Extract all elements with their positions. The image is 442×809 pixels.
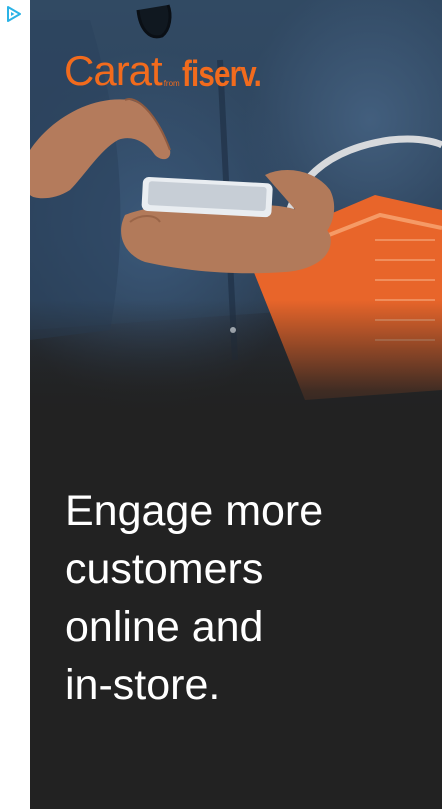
headline-line: Engage more (65, 487, 324, 535)
logo-from-text: from (163, 79, 180, 88)
carat-fiserv-logo: Carat from fiserv. (64, 40, 278, 92)
adchoices-button[interactable] (0, 0, 30, 30)
ad-banner[interactable]: Carat from fiserv. Engage more customers… (0, 0, 442, 809)
logo-carat-text: Carat (64, 47, 163, 94)
adchoices-play-icon (0, 6, 30, 22)
ad-headline: Engage more customers online and in-stor… (65, 482, 425, 714)
headline-line: in-store. (65, 661, 221, 709)
headline-line: online and (65, 603, 264, 651)
ad-creative[interactable]: Carat from fiserv. Engage more customers… (30, 0, 442, 809)
headline-line: customers (65, 545, 264, 593)
logo-fiserv-text: fiserv. (181, 53, 262, 94)
